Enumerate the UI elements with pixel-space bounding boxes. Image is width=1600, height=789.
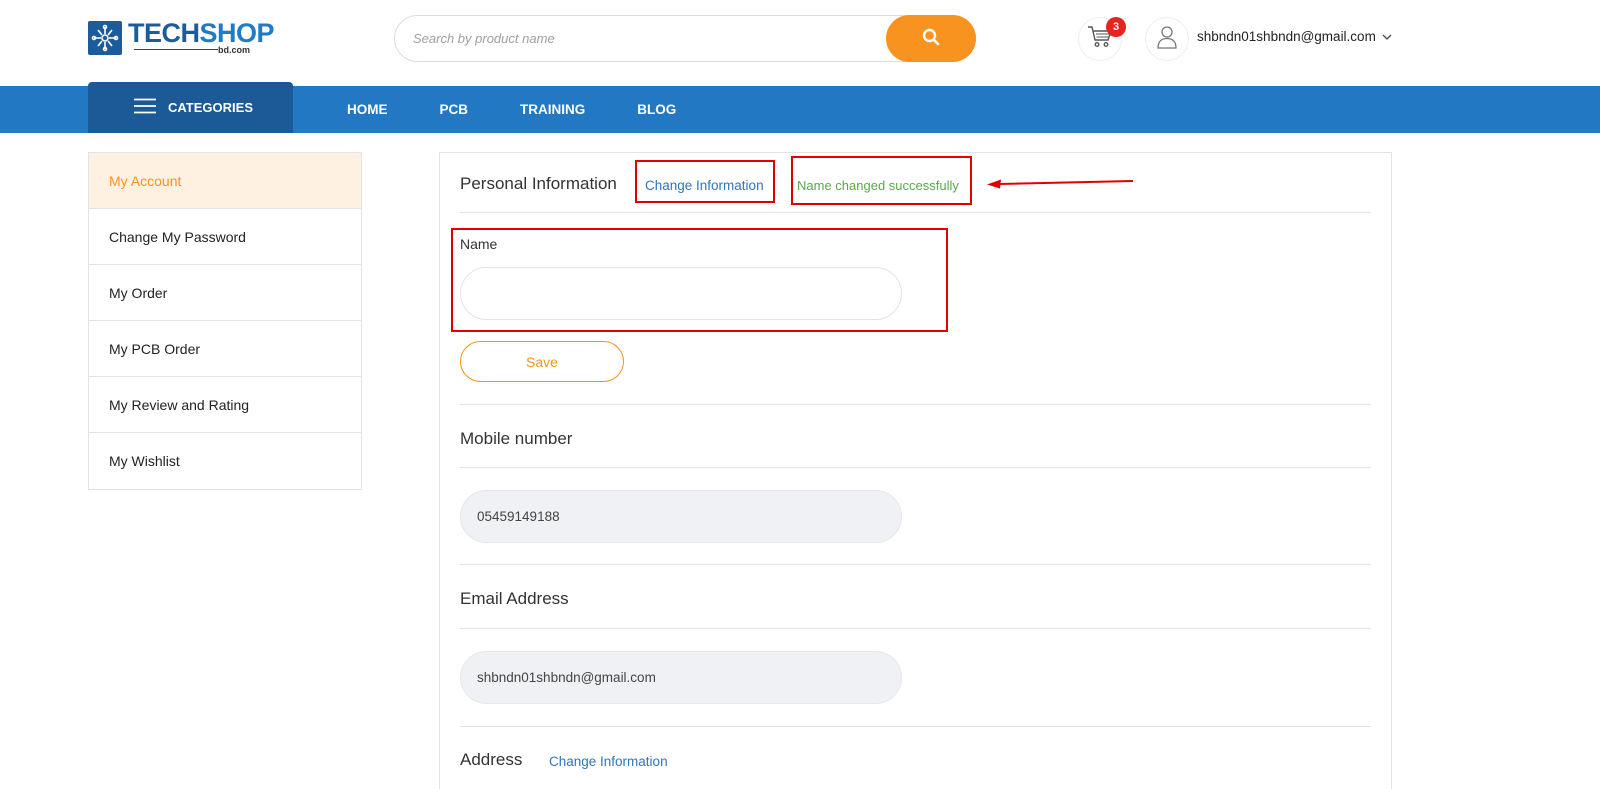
sidebar-item-change-password[interactable]: Change My Password xyxy=(89,209,361,265)
name-field-wrapper xyxy=(460,267,902,320)
name-input[interactable] xyxy=(461,268,901,319)
sidebar-item-my-pcb-order[interactable]: My PCB Order xyxy=(89,321,361,377)
address-title: Address xyxy=(460,750,523,769)
sidebar-item-wishlist[interactable]: My Wishlist xyxy=(89,433,361,489)
email-address-title: Email Address xyxy=(460,589,569,608)
personal-info-title: Personal Information xyxy=(460,174,617,193)
success-message: Name changed successfully xyxy=(797,178,959,193)
search-bar xyxy=(394,15,976,62)
nav-links: HOME PCB TRAINING BLOG xyxy=(347,86,676,133)
change-information-link[interactable]: Change Information xyxy=(645,178,764,193)
cart-count-badge: 3 xyxy=(1106,17,1126,37)
search-input[interactable] xyxy=(413,16,863,61)
search-button[interactable] xyxy=(886,15,976,62)
hamburger-icon xyxy=(134,98,156,117)
divider xyxy=(460,726,1371,727)
main-nav: CATEGORIES HOME PCB TRAINING BLOG xyxy=(0,82,1600,133)
logo-wordmark: TECHSHOP xyxy=(128,18,275,49)
categories-label: CATEGORIES xyxy=(168,100,253,115)
mobile-number-title: Mobile number xyxy=(460,429,573,448)
nav-link-pcb[interactable]: PCB xyxy=(440,102,469,117)
sidebar-item-my-order[interactable]: My Order xyxy=(89,265,361,321)
logo-underline xyxy=(134,49,218,50)
email-input[interactable] xyxy=(461,652,901,703)
divider xyxy=(460,212,1371,213)
search-icon xyxy=(922,28,940,49)
site-header: TECHSHOP bd.com 3 shbndn01shbndn@gmail.c… xyxy=(0,0,1600,86)
account-panel: Personal Information Change Information … xyxy=(439,152,1392,789)
mobile-input[interactable] xyxy=(461,491,901,542)
nav-link-home[interactable]: HOME xyxy=(347,102,388,117)
mobile-field-wrapper xyxy=(460,490,902,543)
user-avatar[interactable] xyxy=(1145,17,1189,61)
user-menu[interactable]: shbndn01shbndn@gmail.com xyxy=(1197,29,1392,44)
address-change-information-link[interactable]: Change Information xyxy=(549,754,668,769)
logo-shop-text: SHOP xyxy=(199,18,275,48)
logo-chip-icon xyxy=(88,21,122,55)
name-label: Name xyxy=(460,236,498,252)
sidebar-item-my-account[interactable]: My Account xyxy=(89,153,361,209)
user-email: shbndn01shbndn@gmail.com xyxy=(1197,29,1376,44)
account-sidebar: My Account Change My Password My Order M… xyxy=(88,152,362,490)
logo-tech-text: TECH xyxy=(128,18,200,48)
chevron-down-icon xyxy=(1382,29,1392,44)
categories-button[interactable]: CATEGORIES xyxy=(88,82,293,133)
nav-link-blog[interactable]: BLOG xyxy=(637,102,676,117)
logo-domain: bd.com xyxy=(218,45,251,55)
user-icon xyxy=(1156,25,1178,54)
email-field-wrapper xyxy=(460,651,902,704)
divider xyxy=(460,564,1371,565)
nav-link-training[interactable]: TRAINING xyxy=(520,102,585,117)
sidebar-item-review-rating[interactable]: My Review and Rating xyxy=(89,377,361,433)
site-logo[interactable]: TECHSHOP bd.com xyxy=(88,18,275,58)
annotation-arrow-icon xyxy=(987,179,1134,189)
divider xyxy=(460,404,1371,405)
cart-button[interactable]: 3 xyxy=(1078,17,1126,61)
divider xyxy=(460,467,1371,468)
divider xyxy=(460,628,1371,629)
save-button[interactable]: Save xyxy=(460,341,624,382)
